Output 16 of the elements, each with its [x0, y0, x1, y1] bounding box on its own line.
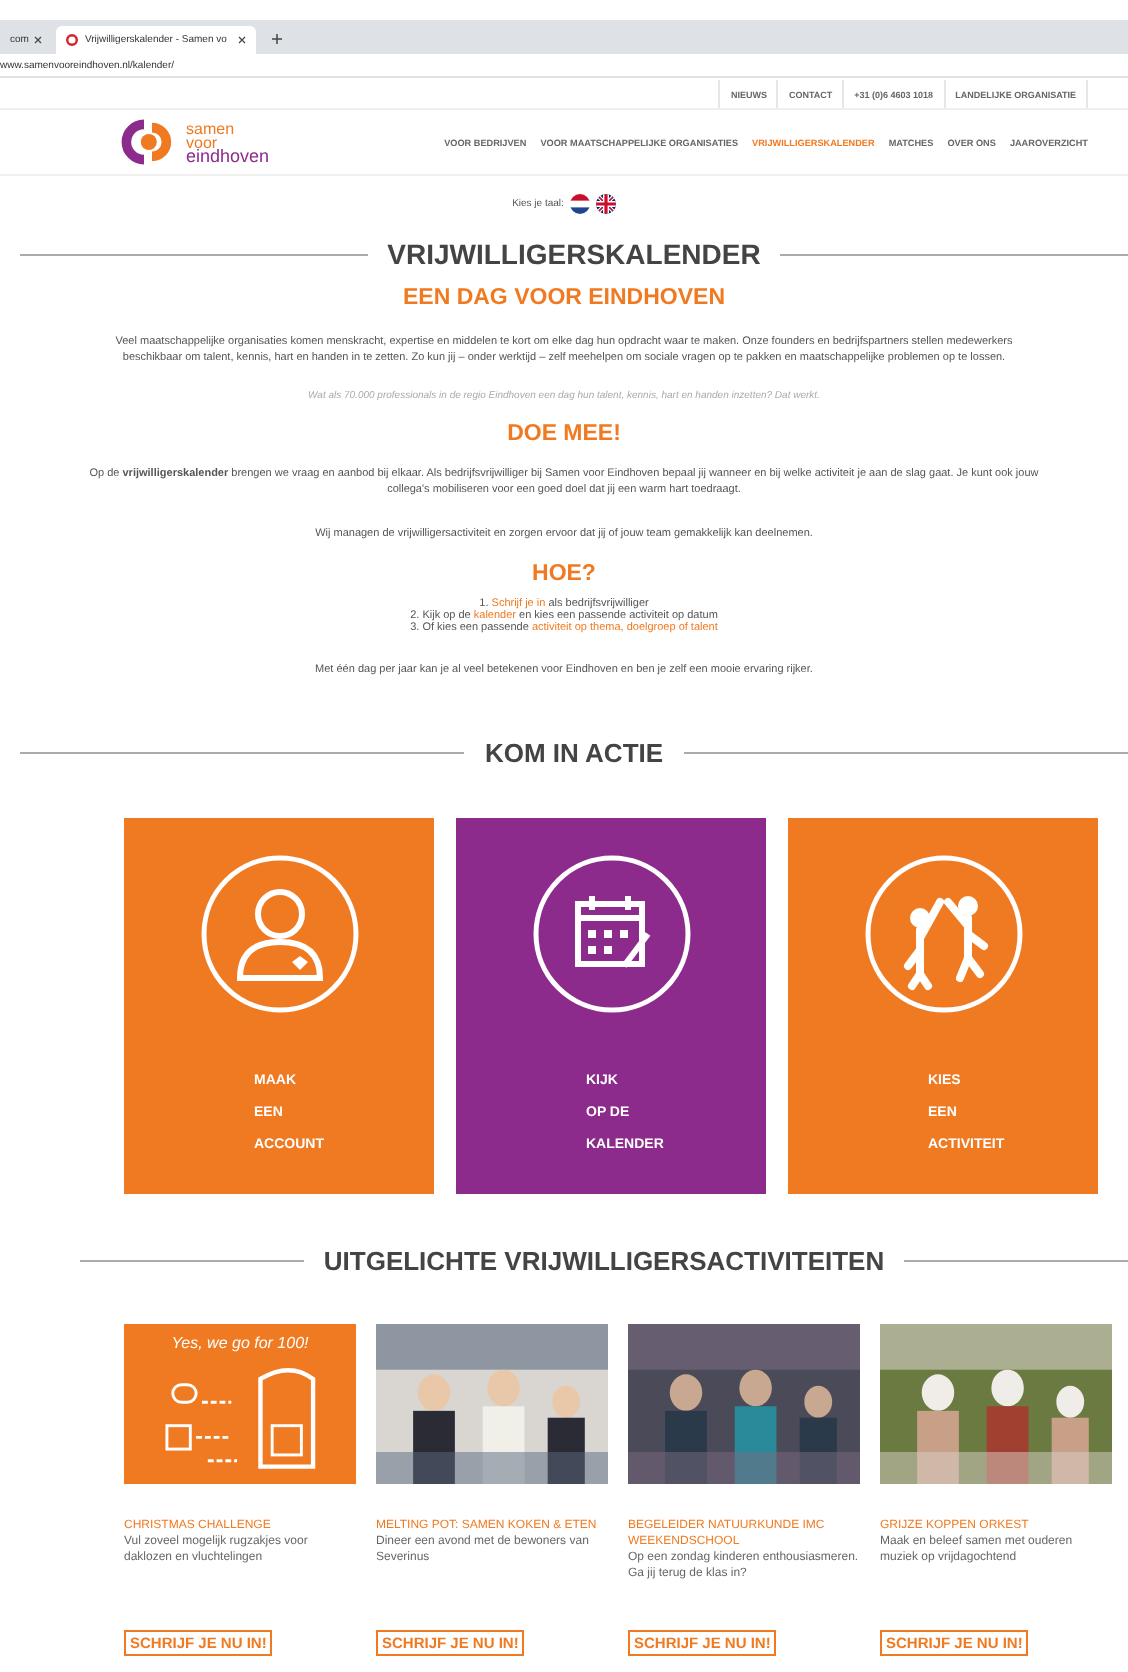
close-icon[interactable]	[34, 36, 43, 44]
new-tab-icon[interactable]	[272, 34, 283, 44]
promo-graphic: Yes, we go for 100!	[124, 1324, 356, 1484]
calendar-icon	[531, 854, 691, 1014]
section-title: KOM IN ACTIE	[484, 738, 664, 768]
british-flag-icon[interactable]	[595, 194, 616, 214]
section-heading: DOE MEE!	[505, 422, 623, 446]
subtitle: EEN DAG VOOR EINDHOVEN	[400, 286, 728, 310]
favicon-icon	[66, 34, 79, 46]
close-icon[interactable]	[238, 36, 247, 44]
dutch-flag-icon[interactable]	[569, 194, 590, 214]
high-five-icon	[863, 854, 1023, 1014]
section-heading: HOE?	[530, 562, 598, 586]
logo-text: samen voor eindhoven	[186, 121, 270, 163]
section-title: UITGELICHTE VRIJWILLIGERSACTIVITEITEN	[323, 1246, 885, 1276]
page-title: VRIJWILLIGERSKALENDER	[387, 238, 761, 270]
